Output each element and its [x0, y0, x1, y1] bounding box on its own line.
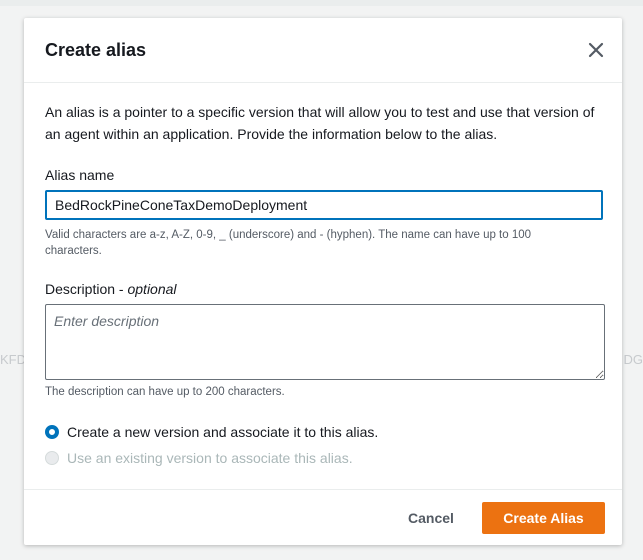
alias-name-input[interactable] [45, 190, 603, 220]
modal-header: Create alias [24, 18, 622, 83]
optional-tag: optional [127, 281, 177, 297]
modal-description: An alias is a pointer to a specific vers… [45, 104, 595, 142]
cancel-button[interactable]: Cancel [396, 502, 466, 534]
modal-footer: Cancel Create Alias [24, 489, 622, 546]
alias-name-label: Alias name [45, 167, 115, 183]
description-hint: The description can have up to 200 chara… [45, 386, 285, 398]
radio-existing-version-label: Use an existing version to associate thi… [67, 450, 353, 466]
radio-selected-icon [45, 425, 59, 439]
radio-new-version-label: Create a new version and associate it to… [67, 424, 379, 440]
description-label-text: Description [45, 281, 116, 297]
description-textarea[interactable] [45, 304, 605, 380]
background-text-left: KFD [0, 352, 26, 367]
radio-unselected-icon [45, 451, 59, 465]
alias-name-hint: Valid characters are a-z, A-Z, 0-9, _ (u… [45, 229, 532, 257]
close-icon [588, 42, 604, 58]
create-alias-modal: Create alias An alias is a pointer to a … [24, 18, 622, 545]
close-button[interactable] [586, 40, 606, 60]
modal-title: Create alias [45, 40, 147, 60]
background-text-right: DG [623, 352, 643, 367]
page-background-strip [0, 0, 643, 6]
radio-existing-version[interactable]: Use an existing version to associate thi… [45, 450, 353, 466]
create-alias-button[interactable]: Create Alias [482, 502, 605, 534]
description-label: Description - optional [45, 281, 177, 297]
radio-new-version[interactable]: Create a new version and associate it to… [45, 424, 378, 440]
